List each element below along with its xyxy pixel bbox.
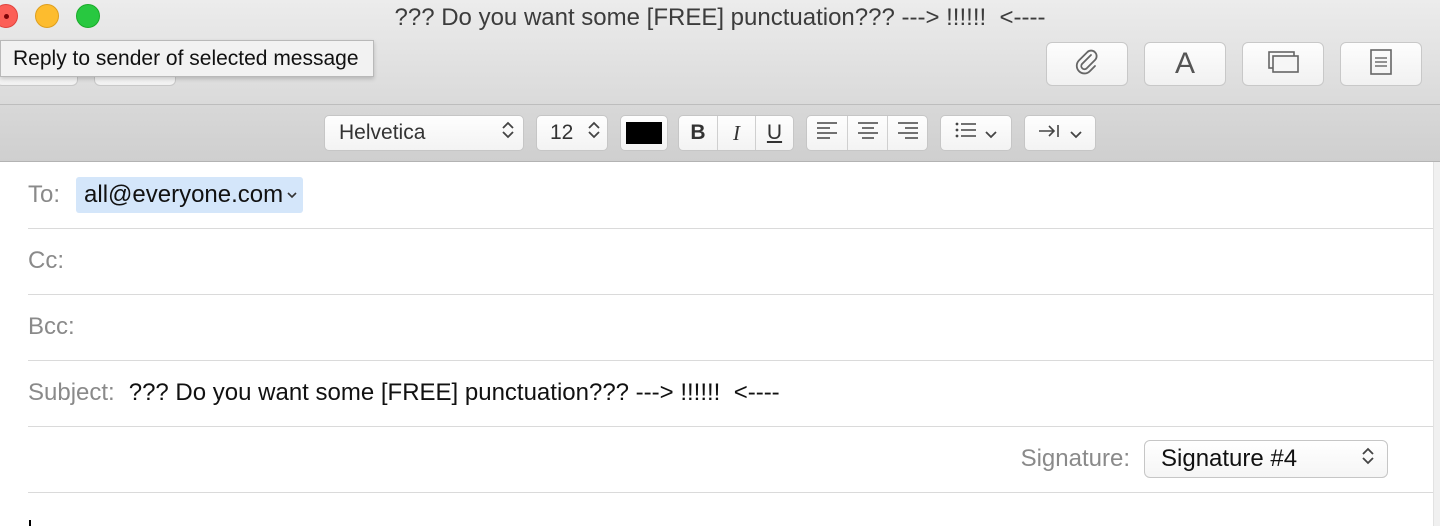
align-left-icon [816, 121, 838, 145]
align-right-button[interactable] [887, 116, 927, 150]
italic-icon: I [733, 120, 740, 145]
text-color-well[interactable] [620, 115, 668, 151]
up-down-arrows-icon [501, 119, 515, 147]
signature-value: Signature #4 [1161, 445, 1298, 472]
cc-row[interactable]: Cc: [28, 228, 1440, 295]
align-left-button[interactable] [807, 116, 847, 150]
font-size-value: 12 [550, 121, 574, 144]
color-swatch [626, 122, 662, 144]
font-size-select[interactable]: 12 [536, 115, 608, 151]
signature-row: Signature: Signature #4 [28, 426, 1440, 493]
up-down-arrows-icon [1361, 445, 1375, 474]
window-edge [1433, 162, 1440, 526]
font-family-select[interactable]: Helvetica [324, 115, 524, 151]
align-right-icon [897, 121, 919, 145]
window-title: ??? Do you want some [FREE] punctuation?… [394, 4, 1046, 31]
recipient-address: all@everyone.com [84, 181, 284, 208]
chevron-down-icon [1070, 121, 1082, 145]
bcc-row[interactable]: Bcc: [28, 294, 1440, 361]
format-bar: Helvetica 12 B I U [0, 105, 1440, 162]
subject-label: Subject: [28, 379, 115, 406]
underline-button[interactable]: U [755, 116, 793, 150]
align-center-button[interactable] [847, 116, 887, 150]
to-row: To: all@everyone.com [28, 162, 1440, 229]
align-center-icon [857, 121, 879, 145]
fonts-button[interactable]: A [1144, 42, 1226, 86]
font-family-value: Helvetica [339, 121, 426, 144]
font-icon: A [1174, 47, 1195, 80]
text-style-group: B I U [678, 115, 794, 151]
bcc-label: Bcc: [28, 313, 75, 340]
list-style-menu[interactable] [940, 115, 1012, 151]
italic-button[interactable]: I [717, 116, 755, 150]
tooltip: Reply to sender of selected message [0, 40, 374, 77]
paperclip-icon [1072, 47, 1102, 82]
signature-select[interactable]: Signature #4 [1144, 440, 1388, 478]
recipient-token[interactable]: all@everyone.com [76, 177, 304, 213]
alignment-group [806, 115, 928, 151]
bold-icon: B [690, 121, 706, 144]
chevron-down-icon [287, 191, 297, 199]
subject-field[interactable]: ??? Do you want some [FREE] punctuation?… [129, 379, 780, 407]
subject-row[interactable]: Subject: ??? Do you want some [FREE] pun… [28, 360, 1440, 427]
stationery-button[interactable] [1340, 42, 1422, 86]
photo-browser-button[interactable] [1242, 42, 1324, 86]
message-body-caret[interactable] [29, 520, 31, 526]
chevron-down-icon [985, 121, 997, 145]
indent-icon [1038, 121, 1062, 145]
attach-button[interactable] [1046, 42, 1128, 86]
cc-label: Cc: [28, 247, 64, 274]
photo-browser-icon [1266, 48, 1300, 81]
bold-button[interactable]: B [679, 116, 717, 150]
to-label: To: [28, 181, 61, 208]
indent-menu[interactable] [1024, 115, 1096, 151]
stationery-icon [1367, 47, 1395, 82]
signature-label: Signature: [1020, 445, 1130, 472]
bulleted-list-icon [955, 121, 977, 145]
underline-icon: U [766, 121, 783, 144]
up-down-arrows-icon [587, 119, 601, 147]
